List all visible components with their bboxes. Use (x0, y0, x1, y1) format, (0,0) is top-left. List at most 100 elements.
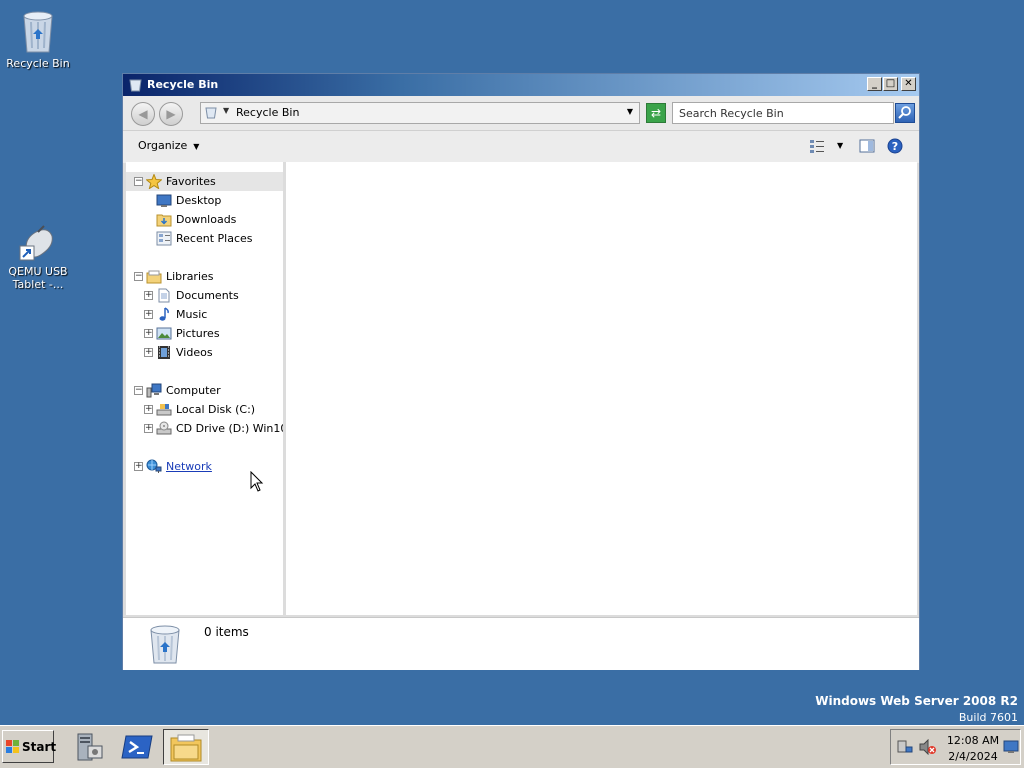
tree-item-recent-places[interactable]: Recent Places (126, 229, 283, 248)
server-manager-icon (77, 733, 103, 761)
documents-icon (158, 288, 170, 303)
details-pane: 0 items (123, 617, 919, 670)
tree-item-favorites[interactable]: − Favorites (126, 172, 283, 191)
desktop-icon-label: Recycle Bin (6, 57, 70, 70)
recycle-bin-window: Recycle Bin _ □ ✕ ◀ ▶ ▼ Recycle Bin ▼ ⇄ … (122, 73, 920, 670)
command-bar: Organize ▼ ▼ ? (123, 130, 919, 163)
tree-item-label: Favorites (166, 175, 216, 188)
maximize-button[interactable]: □ (883, 77, 898, 91)
recent-places-icon (156, 231, 172, 246)
tree-item-libraries[interactable]: − Libraries (126, 267, 283, 286)
view-list-icon (810, 140, 824, 153)
taskbar-explorer[interactable] (163, 729, 209, 765)
start-button[interactable]: Start (2, 730, 57, 763)
help-icon: ? (887, 138, 903, 154)
star-icon (146, 174, 162, 189)
tree-item-local-disk[interactable]: + Local Disk (C:) (126, 400, 283, 419)
tree-item-documents[interactable]: + Documents (126, 286, 283, 305)
tree-item-videos[interactable]: + Videos (126, 343, 283, 362)
expand-toggle[interactable]: + (144, 424, 153, 433)
tree-item-computer[interactable]: − Computer (126, 381, 283, 400)
minimize-icon: _ (872, 78, 877, 89)
tree-item-label[interactable]: Network (166, 457, 212, 476)
expand-toggle[interactable]: + (134, 462, 143, 471)
forward-button[interactable]: ▶ (159, 102, 183, 126)
organize-menu[interactable]: Organize ▼ (138, 139, 199, 152)
music-icon (159, 307, 169, 321)
tree-item-label: Libraries (166, 270, 214, 283)
tree-item-music[interactable]: + Music (126, 305, 283, 324)
refresh-button[interactable]: ⇄ (646, 103, 666, 123)
view-options-dropdown[interactable]: ▼ (837, 141, 843, 150)
address-bar[interactable]: ▼ Recycle Bin ▼ (200, 102, 640, 124)
search-box[interactable] (672, 102, 894, 124)
tree-item-label: Videos (176, 346, 213, 359)
preview-pane-icon (859, 139, 875, 153)
search-input[interactable] (673, 103, 885, 123)
tree-item-label: Local Disk (C:) (176, 403, 256, 416)
tree-item-downloads[interactable]: Downloads (126, 210, 283, 229)
computer-icon (146, 383, 162, 398)
navigation-pane[interactable]: − Favorites Desktop Downloads Recent Pla… (126, 162, 284, 615)
expand-toggle[interactable]: + (144, 348, 153, 357)
navigation-bar: ◀ ▶ ▼ Recycle Bin ▼ ⇄ (123, 96, 919, 130)
expand-toggle[interactable]: + (144, 405, 153, 414)
desktop-icon-label: QEMU USB Tablet -... (8, 265, 68, 291)
tree-item-label: Recent Places (176, 232, 253, 245)
forward-arrow-icon: ▶ (166, 107, 176, 121)
collapse-toggle[interactable]: − (134, 272, 143, 281)
desktop-icon (156, 194, 172, 207)
videos-icon (158, 346, 170, 359)
back-button[interactable]: ◀ (131, 102, 155, 126)
taskbar-powershell[interactable] (114, 729, 160, 765)
search-icon (898, 106, 911, 119)
taskbar-server-manager[interactable] (65, 729, 111, 765)
close-button[interactable]: ✕ (901, 77, 916, 91)
search-button[interactable] (895, 103, 915, 123)
change-view-button[interactable] (809, 138, 825, 157)
tree-item-label: Desktop (176, 194, 222, 207)
recycle-bin-icon (23, 11, 53, 53)
mouse-cursor-icon (250, 471, 264, 492)
close-icon: ✕ (904, 78, 913, 89)
item-count: 0 items (204, 625, 249, 639)
preview-pane-button[interactable] (859, 138, 875, 157)
help-button[interactable]: ? (887, 138, 903, 157)
explorer-icon (170, 734, 202, 762)
show-desktop-icon[interactable] (1003, 740, 1019, 754)
breadcrumb-separator-icon[interactable]: ▼ (223, 106, 229, 115)
collapse-toggle[interactable]: − (134, 386, 143, 395)
tree-item-label: Downloads (176, 213, 237, 226)
volume-muted-icon[interactable] (919, 739, 937, 755)
powershell-icon (121, 735, 153, 759)
file-list-area[interactable] (286, 162, 917, 615)
build-watermark: Build 7601 (958, 711, 1018, 724)
breadcrumb[interactable]: Recycle Bin (236, 106, 299, 119)
cd-drive-icon (156, 421, 172, 435)
tree-item-desktop[interactable]: Desktop (126, 191, 283, 210)
downloads-folder-icon (156, 214, 172, 227)
collapse-toggle[interactable]: − (134, 177, 143, 186)
expand-toggle[interactable]: + (144, 329, 153, 338)
start-label: Start (22, 740, 57, 754)
clock[interactable]: 12:08 AM 2/4/2024 (941, 733, 1005, 765)
tree-item-label: Computer (166, 384, 221, 397)
taskbar: Start 12:08 AM 2/4/2024 (0, 725, 1024, 768)
tree-item-label: Music (176, 308, 208, 321)
minimize-button[interactable]: _ (867, 77, 882, 91)
desktop-icon-qemu-usb-tablet[interactable]: QEMU USB Tablet -... (0, 224, 76, 291)
desktop-icon-recycle-bin[interactable]: Recycle Bin (0, 8, 76, 70)
windows-flag-icon (6, 740, 19, 753)
chevron-down-icon: ▼ (837, 141, 844, 150)
tree-item-pictures[interactable]: + Pictures (126, 324, 283, 343)
tree-item-cd-drive[interactable]: + CD Drive (D:) Win10XF (126, 419, 283, 438)
expand-toggle[interactable]: + (144, 310, 153, 319)
title-bar[interactable]: Recycle Bin _ □ ✕ (123, 74, 919, 96)
network-tray-icon[interactable] (897, 739, 913, 755)
pictures-icon (156, 327, 172, 340)
svg-text:?: ? (892, 140, 898, 153)
chevron-down-icon: ▼ (193, 142, 200, 151)
expand-toggle[interactable]: + (144, 291, 153, 300)
network-icon (146, 459, 162, 473)
chevron-down-icon[interactable]: ▼ (627, 107, 633, 116)
